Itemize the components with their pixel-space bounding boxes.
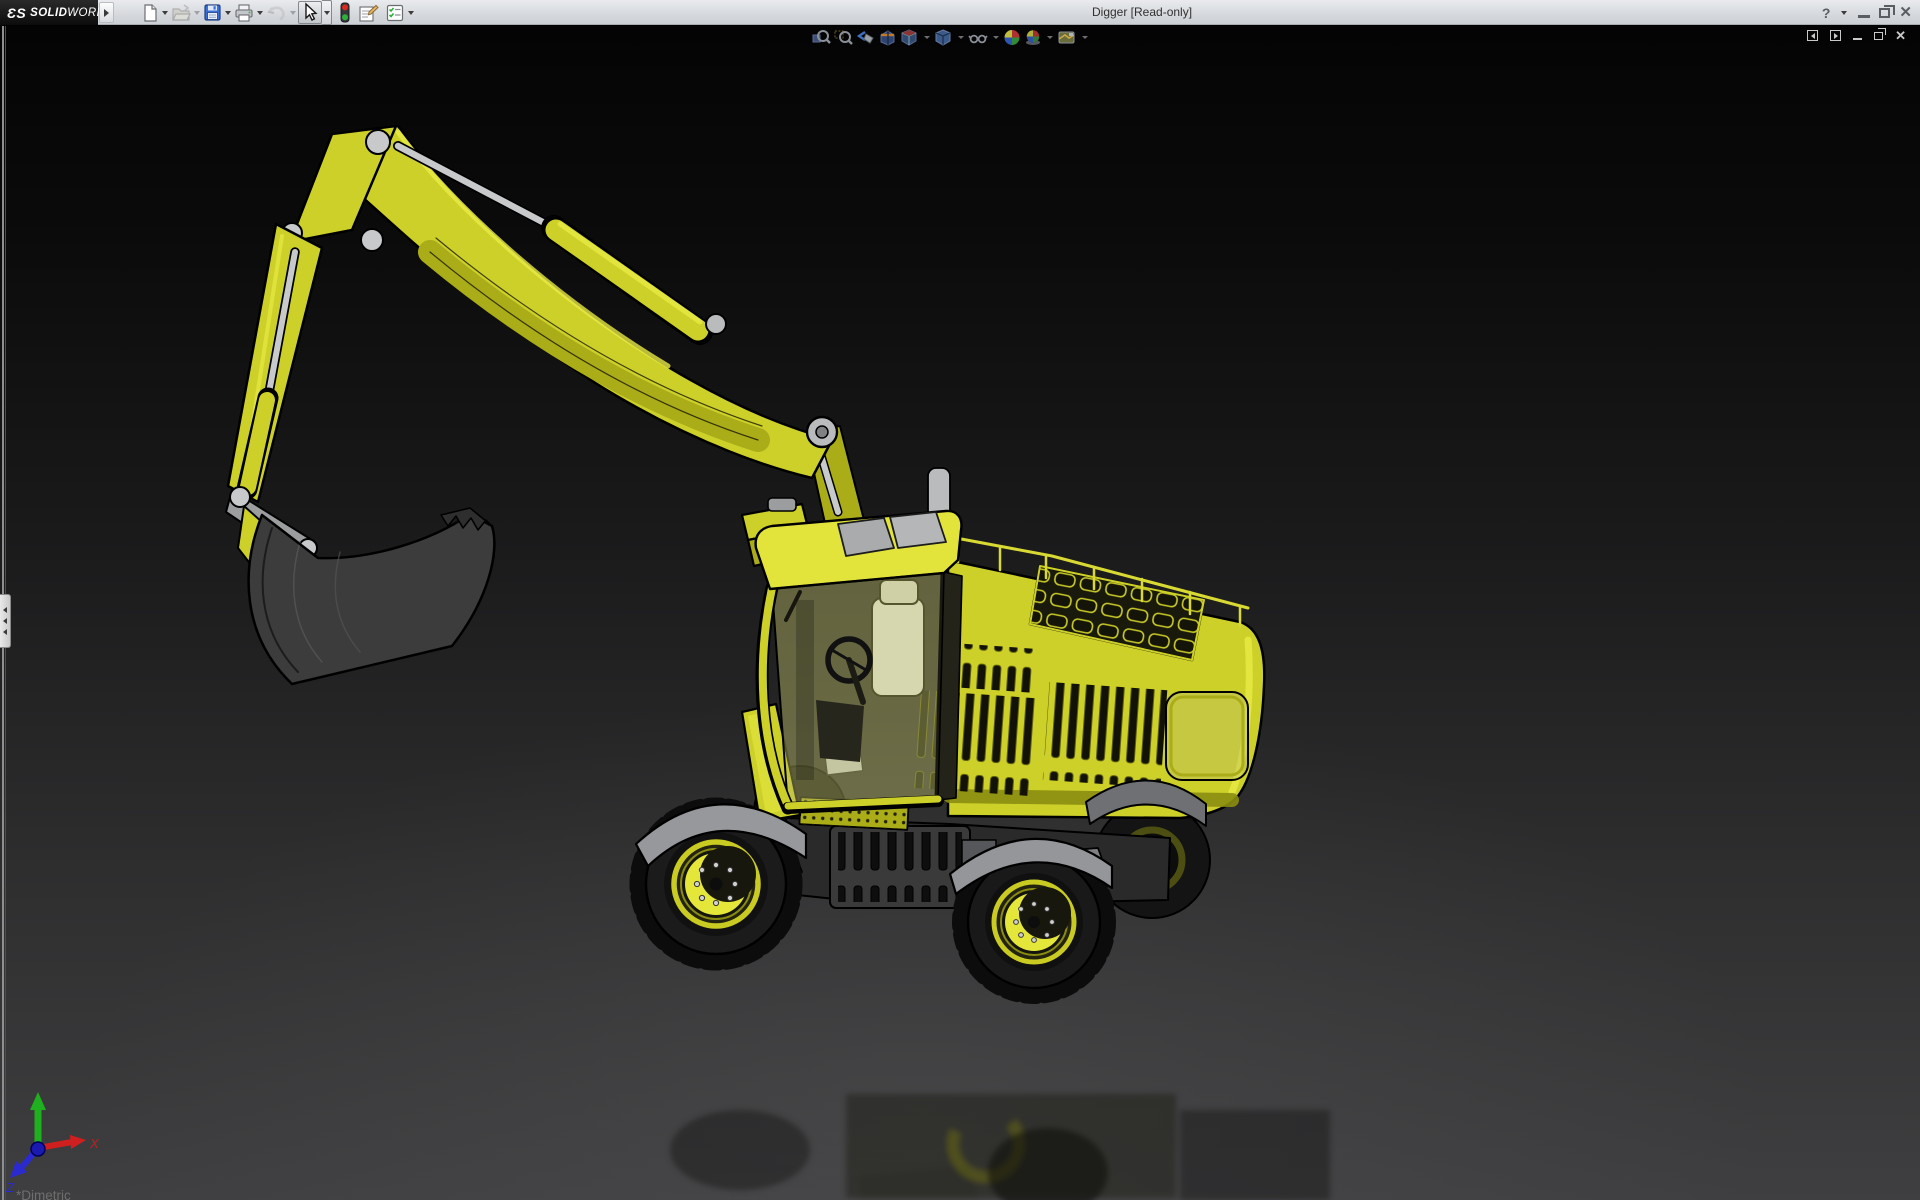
view-orientation-dropdown[interactable] — [922, 36, 931, 39]
heads-up-view-toolbar — [812, 28, 1089, 46]
window-controls: ? ✕ — [1822, 0, 1912, 25]
traffic-light-icon — [339, 2, 351, 23]
dipper-arm[interactable] — [228, 224, 322, 502]
collapse-arrow-icon — [3, 618, 7, 624]
window-title: Digger [Read-only] — [1092, 5, 1192, 19]
reference-triad: X Z — [5, 1092, 100, 1195]
logo-text-bold: SOLID — [30, 7, 67, 19]
hide-show-items-button[interactable] — [968, 28, 988, 46]
help-dropdown[interactable] — [1839, 1, 1849, 24]
file-properties-button[interactable] — [357, 1, 380, 24]
new-dropdown[interactable] — [160, 1, 170, 24]
restore-button[interactable] — [1879, 8, 1890, 18]
view-orientation-cube-icon — [900, 29, 919, 46]
rebuild-button[interactable] — [338, 1, 352, 24]
open-folder-icon — [171, 3, 191, 23]
zoom-to-fit-button[interactable] — [812, 28, 831, 46]
pane-left-button[interactable] — [1807, 30, 1818, 41]
undo-arrow-icon — [266, 3, 287, 23]
select-cursor-icon — [300, 2, 320, 23]
menu-expand-button[interactable] — [99, 2, 114, 23]
open-button[interactable] — [170, 1, 192, 24]
edit-appearance-button[interactable] — [1003, 28, 1021, 46]
pane-right-button[interactable] — [1830, 30, 1841, 41]
section-view-icon — [878, 29, 897, 46]
feature-manager-collapse-handle[interactable] — [0, 594, 11, 648]
save-dropdown[interactable] — [223, 1, 233, 24]
section-view-button[interactable] — [878, 28, 897, 46]
expand-arrow-icon — [104, 9, 109, 17]
apply-scene-dropdown[interactable] — [1045, 36, 1054, 39]
collapse-arrow-icon — [3, 607, 7, 613]
open-dropdown[interactable] — [192, 1, 202, 24]
eyeglasses-icon — [968, 29, 988, 46]
previous-view-button[interactable] — [856, 28, 875, 46]
apply-scene-button[interactable] — [1024, 28, 1042, 46]
triad-z-label: Z — [5, 1180, 15, 1195]
boom-arm[interactable] — [330, 126, 832, 478]
rear-window — [1166, 692, 1248, 780]
solidworks-logo: ƐS SOLIDWORKS — [0, 0, 98, 25]
previous-view-icon — [856, 29, 875, 46]
seat — [872, 598, 924, 696]
collapse-arrow-icon — [3, 629, 7, 635]
appearance-ball-icon — [1003, 29, 1021, 46]
view-orientation-label: *Dimetric — [16, 1188, 71, 1200]
display-style-button[interactable] — [934, 28, 953, 46]
minimize-button[interactable] — [1858, 15, 1870, 18]
zoom-to-fit-icon — [812, 29, 831, 46]
cab[interactable] — [762, 572, 962, 808]
help-button[interactable]: ? — [1822, 5, 1831, 21]
view-settings-dropdown[interactable] — [1080, 36, 1089, 39]
print-button[interactable] — [233, 1, 255, 24]
main-toolbar — [140, 0, 416, 25]
graphics-viewport[interactable]: X Z — [0, 26, 1920, 1200]
titlebar: ƐS SOLIDWORKS — [0, 0, 1920, 25]
undo-dropdown[interactable] — [288, 1, 298, 24]
doc-minimize-button[interactable] — [1853, 38, 1862, 41]
zoom-to-area-button[interactable] — [834, 28, 853, 46]
triad-y-axis — [30, 1092, 46, 1110]
display-style-dropdown[interactable] — [956, 36, 965, 39]
view-settings-icon — [1057, 29, 1077, 46]
zoom-to-area-icon — [834, 29, 853, 46]
3ds-logo-mark: ƐS — [7, 5, 26, 21]
printer-icon — [234, 3, 254, 23]
options-dropdown[interactable] — [406, 1, 416, 24]
display-style-cube-icon — [934, 29, 953, 46]
select-dropdown[interactable] — [322, 0, 332, 25]
new-button[interactable] — [140, 1, 160, 24]
print-dropdown[interactable] — [255, 1, 265, 24]
triad-x-axis — [70, 1135, 86, 1149]
file-properties-icon — [358, 3, 379, 23]
view-settings-button[interactable] — [1057, 28, 1077, 46]
bucket[interactable] — [249, 508, 495, 684]
save-button[interactable] — [202, 1, 223, 24]
digger-3d-model[interactable]: X Z — [0, 26, 1920, 1200]
undo-button[interactable] — [265, 1, 288, 24]
save-floppy-icon — [203, 3, 222, 23]
scene-ball-icon — [1024, 29, 1042, 46]
hide-show-items-dropdown[interactable] — [991, 36, 1000, 39]
options-button[interactable] — [384, 1, 406, 24]
options-checklist-icon — [385, 3, 405, 23]
view-orientation-button[interactable] — [900, 28, 919, 46]
select-button[interactable] — [298, 1, 322, 24]
triad-x-label: X — [89, 1136, 100, 1151]
doc-close-button[interactable]: ✕ — [1895, 31, 1906, 41]
document-window-controls: ✕ — [1807, 30, 1906, 41]
doc-restore-button[interactable] — [1874, 32, 1883, 40]
close-button[interactable]: ✕ — [1899, 7, 1912, 19]
floor-reflection — [670, 1094, 1330, 1200]
new-document-icon — [141, 3, 159, 23]
